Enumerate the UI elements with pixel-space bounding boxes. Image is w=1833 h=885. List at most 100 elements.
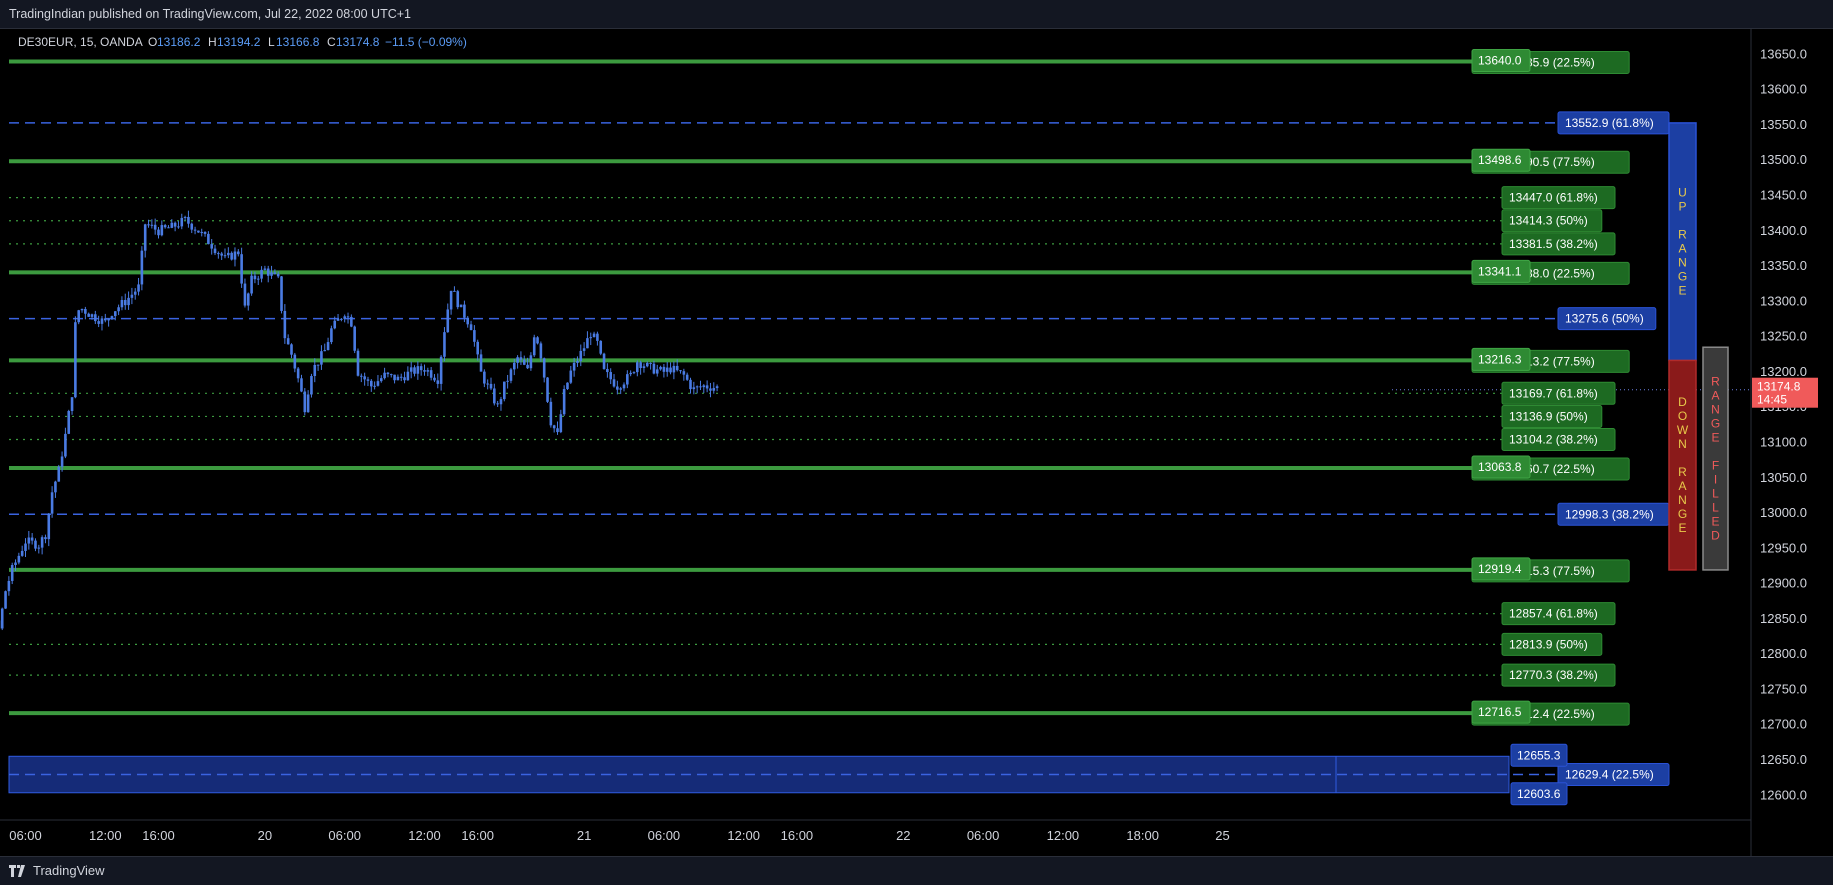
candle-body	[606, 369, 609, 372]
candle-body	[599, 341, 602, 354]
candle-body	[260, 270, 263, 279]
candle-body	[417, 366, 420, 374]
candle-body	[230, 253, 233, 260]
candle-body	[357, 351, 360, 376]
price-axis-label: 13350.0	[1760, 258, 1807, 273]
candle-body	[227, 253, 230, 255]
ohlc-legend: DE30EUR, 15, OANDA O 13186.2 H 13194.2 L…	[18, 35, 467, 49]
up-range-box-char: E	[1678, 284, 1686, 298]
candle-body	[420, 366, 423, 370]
candle-body	[97, 321, 100, 324]
candle-body	[317, 365, 320, 366]
candle-body	[503, 382, 506, 400]
candle-body	[407, 372, 410, 381]
time-axis-label: 21	[577, 828, 591, 843]
candle-body	[294, 355, 297, 369]
candle-body	[510, 369, 513, 380]
candle-body	[709, 388, 712, 390]
zone-bottom-label-text: 12603.6	[1517, 787, 1561, 801]
candle-body	[117, 307, 120, 311]
price-axis-label: 12650.0	[1760, 752, 1807, 767]
candle-body	[619, 388, 622, 389]
price-axis-label: 13100.0	[1760, 434, 1807, 449]
green-solid-ext-tail: 90.5 (77.5%)	[1526, 155, 1595, 169]
price-axis-label: 13400.0	[1760, 223, 1807, 238]
candle-body	[44, 537, 47, 539]
candle-body	[486, 384, 489, 385]
candle-body	[141, 251, 144, 285]
price-axis-label: 12700.0	[1760, 717, 1807, 732]
candle-body	[676, 366, 679, 370]
candle-body	[363, 376, 366, 379]
candle-body	[683, 371, 686, 374]
candle-body	[666, 368, 669, 372]
candle-body	[323, 350, 326, 351]
candle-body	[247, 293, 250, 305]
price-axis-label: 12950.0	[1760, 540, 1807, 555]
tradingview-logo-icon	[9, 865, 27, 877]
candle-body	[433, 378, 436, 381]
price-axis-label: 13550.0	[1760, 117, 1807, 132]
candle-body	[669, 368, 672, 373]
candle-body	[197, 231, 200, 233]
candle-body	[639, 362, 642, 368]
time-axis-label: 20	[258, 828, 272, 843]
candle-body	[127, 298, 130, 305]
up-range-box-char: N	[1678, 256, 1687, 270]
candle-body	[500, 399, 503, 404]
candle-body	[603, 354, 606, 369]
green-solid-level-label-text: 13063.8	[1478, 460, 1522, 474]
price-axis-label: 12800.0	[1760, 646, 1807, 661]
candle-body	[111, 316, 114, 319]
candle-body	[656, 369, 659, 373]
candle-body	[131, 295, 134, 298]
candle-body	[210, 244, 213, 248]
candle-body	[480, 354, 483, 371]
green-dotted-level-label-text: 13169.7 (61.8%)	[1509, 386, 1598, 400]
down-range-box-char: G	[1678, 507, 1687, 521]
candle-body	[161, 225, 164, 235]
down-range-box-char: A	[1678, 479, 1686, 493]
candle-body	[712, 388, 715, 391]
price-chart[interactable]: 13552.9 (61.8%)13275.6 (50%)12998.3 (38.…	[0, 0, 1833, 884]
candle-body	[496, 403, 499, 404]
tradingview-logo[interactable]: TradingView	[9, 863, 105, 878]
candle-body	[190, 224, 193, 230]
candle-body	[38, 548, 41, 549]
candle-body	[570, 371, 573, 383]
candle-body	[490, 384, 493, 389]
up-range-box-char: G	[1678, 270, 1687, 284]
candle-body	[333, 321, 336, 329]
candle-body	[566, 383, 569, 389]
candle-body	[523, 360, 526, 365]
price-axis-label: 13250.0	[1760, 329, 1807, 344]
candle-body	[699, 386, 702, 387]
candle-body	[254, 276, 257, 280]
candle-body	[350, 317, 353, 327]
green-solid-ext-tail: 15.3 (77.5%)	[1526, 564, 1595, 578]
time-axis-label: 25	[1215, 828, 1229, 843]
legend-high-value: 13194.2	[217, 35, 261, 49]
range-filled-box-char: A	[1711, 389, 1719, 403]
green-dotted-level-label-text: 12813.9 (50%)	[1509, 637, 1588, 651]
candle-body	[623, 385, 626, 389]
price-axis-label: 12750.0	[1760, 681, 1807, 696]
candle-body	[689, 380, 692, 389]
candle-body	[483, 372, 486, 384]
candle-body	[583, 348, 586, 351]
price-axis-label: 13500.0	[1760, 152, 1807, 167]
candle-body	[107, 319, 110, 321]
candle-body	[373, 386, 376, 387]
range-filled-box-char: N	[1711, 403, 1720, 417]
candle-body	[121, 300, 124, 307]
candle-body	[613, 379, 616, 386]
green-solid-ext-tail: 12.4 (22.5%)	[1526, 707, 1595, 721]
candle-body	[87, 314, 90, 317]
green-solid-level-label-text: 12716.5	[1478, 705, 1522, 719]
candle-body	[250, 276, 253, 294]
candle-body	[427, 370, 430, 372]
candle-body	[563, 389, 566, 414]
range-filled-box-char: F	[1712, 459, 1719, 473]
down-range-box-char: N	[1678, 437, 1687, 451]
candle-body	[536, 337, 539, 343]
